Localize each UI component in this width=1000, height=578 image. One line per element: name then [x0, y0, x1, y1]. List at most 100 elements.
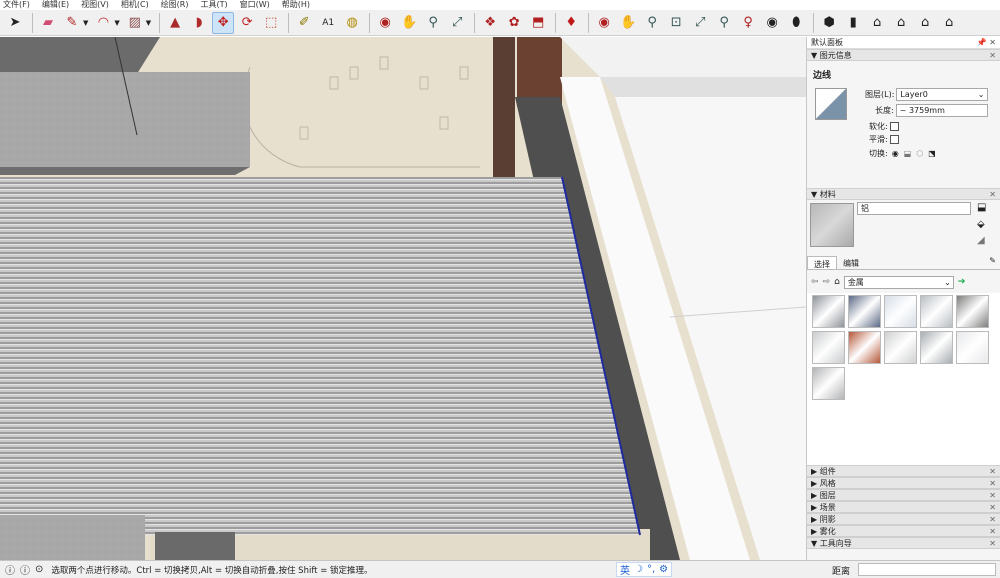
zoom-tool-icon[interactable]: ⚲	[422, 12, 444, 34]
zoom-camera-icon[interactable]: ⚲	[641, 12, 663, 34]
material-swatch[interactable]	[848, 331, 881, 364]
tape-measure-icon[interactable]: ✐	[293, 12, 315, 34]
user-icon[interactable]: ⊙	[35, 564, 43, 575]
menu-draw[interactable]: 绘图(R)	[161, 0, 189, 10]
scale-tool-icon[interactable]: ⬚	[260, 12, 282, 34]
right-view-icon[interactable]: ⌂	[890, 12, 912, 34]
smooth-checkbox[interactable]	[889, 135, 899, 144]
menu-edit[interactable]: 编辑(E)	[42, 0, 69, 10]
material-swatch[interactable]	[920, 295, 953, 328]
panel-shadows[interactable]: ▶ 阴影 ✕	[807, 513, 1000, 525]
forward-arrow-icon[interactable]: ⇨	[823, 277, 831, 287]
zoom-extents-icon[interactable]: ⤢	[446, 12, 468, 34]
shadow-toggle-icon[interactable]: ⬔	[928, 149, 936, 158]
left-view-icon[interactable]: ⌂	[938, 12, 960, 34]
pan-tool-icon[interactable]: ✋	[398, 12, 420, 34]
rotate-tool-icon[interactable]: ⟳	[236, 12, 258, 34]
material-swatch[interactable]	[884, 331, 917, 364]
material-swatch[interactable]	[956, 331, 989, 364]
measurement-field[interactable]	[858, 563, 996, 576]
menu-file[interactable]: 文件(F)	[3, 0, 30, 10]
soften-checkbox[interactable]	[889, 122, 899, 131]
layer-select[interactable]: Layer0 ⌄	[896, 88, 989, 101]
menu-help[interactable]: 帮助(H)	[282, 0, 310, 10]
sample-paint-icon[interactable]: ◢	[977, 235, 985, 246]
ruby-extension-icon[interactable]: ♦	[560, 12, 582, 34]
create-material-icon[interactable]: ⬙	[977, 219, 985, 230]
push-pull-tool-icon[interactable]: ▲	[164, 12, 186, 34]
close-icon[interactable]: ✕	[989, 467, 996, 476]
close-icon[interactable]: ✕	[989, 539, 996, 548]
panel-instructor[interactable]: ▼ 工具向导 ✕	[807, 537, 1000, 549]
components-icon[interactable]: ✿	[503, 12, 525, 34]
panel-styles[interactable]: ▶ 风格 ✕	[807, 477, 1000, 489]
punctuation-icon[interactable]: °,	[647, 564, 655, 575]
top-view-icon[interactable]: ▮	[842, 12, 864, 34]
panel-scenes[interactable]: ▶ 场景 ✕	[807, 501, 1000, 513]
material-swatch[interactable]	[956, 295, 989, 328]
tab-edit[interactable]: 编辑	[837, 256, 865, 269]
info-icon[interactable]: ⓘ	[5, 562, 15, 577]
material-swatch[interactable]	[920, 331, 953, 364]
eyedropper-icon[interactable]: ✎	[989, 256, 1000, 269]
pencil-tool-icon[interactable]: ✎	[61, 12, 83, 34]
close-icon[interactable]: ✕	[989, 190, 996, 199]
move-tool-icon[interactable]: ✥	[212, 11, 235, 34]
zoom-window-icon[interactable]: ⊡	[665, 12, 687, 34]
panel-layers[interactable]: ▶ 图层 ✕	[807, 489, 1000, 501]
zoom-extents-camera-icon[interactable]: ⤢	[689, 12, 711, 34]
receive-shadow-icon[interactable]: ⬡	[916, 149, 923, 158]
material-name-field[interactable]: 铝	[857, 202, 971, 215]
cast-shadow-icon[interactable]: ⬓	[904, 149, 912, 158]
back-arrow-icon[interactable]: ⇦	[811, 277, 819, 287]
previous-view-icon[interactable]: ⚲	[713, 12, 735, 34]
front-view-icon[interactable]: ⌂	[866, 12, 888, 34]
entity-info-header[interactable]: ▼ 图元信息 ✕	[807, 49, 1000, 61]
look-around-icon[interactable]: ◉	[761, 12, 783, 34]
iso-view-icon[interactable]: ⬢	[818, 12, 840, 34]
panel-components[interactable]: ▶ 组件 ✕	[807, 465, 1000, 477]
close-icon[interactable]: ✕	[989, 515, 996, 524]
follow-me-tool-icon[interactable]: ◗	[188, 12, 210, 34]
moon-icon[interactable]: ☽	[634, 564, 643, 575]
rectangle-tool-icon[interactable]: ▨	[124, 12, 146, 34]
chevron-down-icon[interactable]: ▼	[114, 19, 119, 27]
eye-icon[interactable]: ◉	[892, 149, 899, 158]
chevron-down-icon[interactable]: ▼	[83, 19, 88, 27]
model-viewport[interactable]	[0, 37, 806, 560]
arc-tool-icon[interactable]: ◠	[92, 12, 114, 34]
chevron-down-icon[interactable]: ▼	[146, 19, 151, 27]
pin-close-controls[interactable]: 📌 ✕	[977, 38, 996, 47]
orbit-camera-icon[interactable]: ◉	[593, 12, 615, 34]
materials-header[interactable]: ▼ 材料 ✕	[807, 188, 1000, 200]
display-secondary-icon[interactable]: ⬓	[977, 202, 986, 213]
pan-camera-icon[interactable]: ✋	[617, 12, 639, 34]
material-swatch[interactable]	[812, 295, 845, 328]
menu-window[interactable]: 窗口(W)	[240, 0, 270, 10]
material-swatch[interactable]	[884, 295, 917, 328]
orbit-tool-icon[interactable]: ◉	[374, 12, 396, 34]
close-icon[interactable]: ✕	[989, 479, 996, 488]
position-camera-icon[interactable]: ♀	[737, 12, 759, 34]
material-swatch[interactable]	[812, 331, 845, 364]
library-select[interactable]: 金属 ⌄	[843, 275, 954, 289]
length-field[interactable]: ~ 3759mm	[895, 104, 988, 117]
close-icon[interactable]: ✕	[989, 503, 996, 512]
walk-icon[interactable]: ⬮	[785, 12, 807, 34]
tab-select[interactable]: 选择	[807, 256, 837, 269]
text-tool-icon[interactable]: A1	[317, 12, 339, 34]
menu-view[interactable]: 视图(V)	[81, 0, 109, 10]
details-arrow-icon[interactable]: ➔	[958, 277, 966, 287]
material-swatch[interactable]	[812, 367, 845, 400]
close-icon[interactable]: ✕	[989, 527, 996, 536]
home-icon[interactable]: ⌂	[834, 277, 840, 287]
select-tool-icon[interactable]: ➤	[4, 12, 26, 34]
eraser-tool-icon[interactable]: ▰	[37, 12, 59, 34]
close-icon[interactable]: ✕	[989, 51, 996, 60]
close-icon[interactable]: ✕	[989, 491, 996, 500]
share-model-icon[interactable]: ⬒	[527, 12, 549, 34]
ime-language[interactable]: 英	[620, 562, 630, 577]
settings-icon[interactable]: ⚙	[659, 564, 668, 575]
geo-location-icon[interactable]: ⓘ	[20, 562, 30, 577]
menu-camera[interactable]: 相机(C)	[121, 0, 149, 10]
